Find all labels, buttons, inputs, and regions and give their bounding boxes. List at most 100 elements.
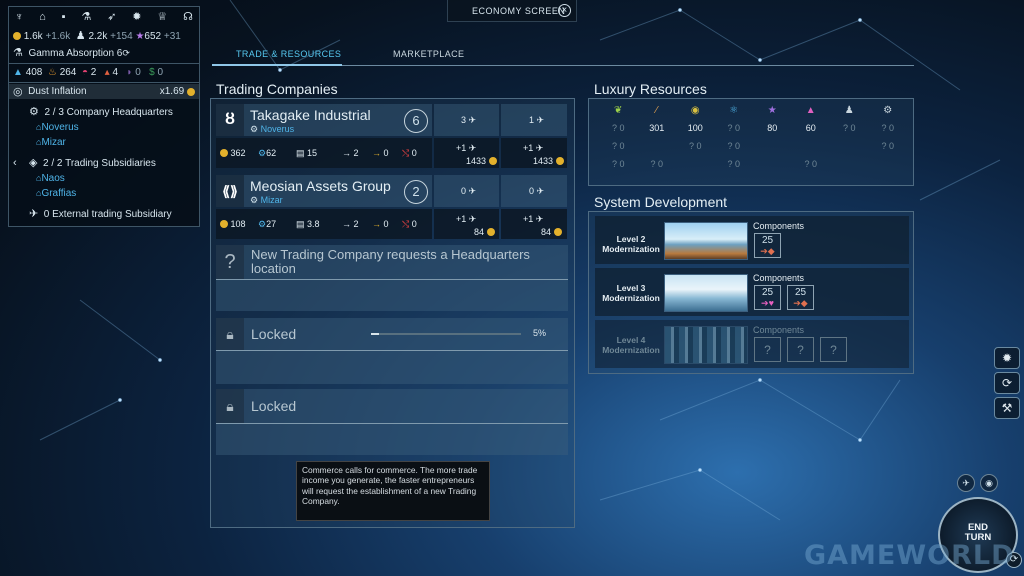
luxury-resources-panel: ❦ ⁄ ◉ ⚛ ★ ▲ ♟ ⚙ ? 0 301 100 ? 0 80 60 ? 0 ? 0 ? 0 ? 0 ? 0?…: [588, 98, 914, 186]
arrow-icon: →: [342, 148, 351, 158]
modernization-level-4[interactable]: Level 4 Modernization Components ? ? ?: [595, 320, 909, 368]
subsidiaries-label: 2 / 2 Trading Subsidiaries: [43, 157, 156, 169]
strategic-2-icon: ♨: [47, 67, 57, 78]
luxury-value: ? 0: [611, 159, 625, 169]
luxury-value: ? 0: [727, 123, 740, 133]
cost-value: 84: [474, 227, 485, 237]
company-cost-2[interactable]: +1 ✈ 1433: [501, 138, 567, 168]
company-upgrade-1[interactable]: 3 ✈: [434, 104, 499, 136]
luxury-value: ? 0: [804, 159, 817, 169]
government-icon[interactable]: ⌂: [39, 11, 46, 23]
company-upgrade-2[interactable]: 1 ✈: [501, 104, 567, 136]
component-slot: ?: [754, 337, 781, 362]
tab-trade-resources[interactable]: TRADE & RESOURCES: [236, 49, 341, 59]
ship-icon: ✈: [29, 208, 39, 220]
watermark-logo: GAMEWORLD: [804, 540, 1015, 571]
subsidiaries-summary: ◈ 2 / 2 Trading Subsidiaries: [29, 157, 199, 169]
sub-system-naos[interactable]: ⌂ Naos: [36, 172, 199, 184]
ship-icon: ✈: [468, 214, 477, 224]
slot-divider: [216, 279, 568, 280]
company-header[interactable]: ȣ Takagake Industrial ⚙ Noverus 6: [216, 104, 432, 136]
company-hq-link[interactable]: ⚙ Noverus: [250, 123, 294, 135]
city-image: [664, 326, 748, 364]
military-icon[interactable]: ➶: [107, 11, 116, 23]
flask-icon: ⚗: [13, 47, 23, 59]
sub-system-name: Graffias: [41, 187, 77, 199]
hq-icon: ⚙: [29, 106, 39, 118]
fleet-status-icon[interactable]: ✈: [957, 474, 975, 492]
company-upgrade-1[interactable]: 0 ✈: [434, 175, 499, 207]
company-cost-1[interactable]: +1 ✈ 84: [434, 209, 499, 239]
cost-value: 1433: [466, 156, 487, 166]
modernization-level-2[interactable]: Level 2 Modernization Components 25 ➔◆: [595, 216, 909, 264]
hq-system-noverus[interactable]: ⌂ Noverus: [36, 121, 199, 133]
science-icon: ⚙: [258, 219, 267, 229]
science-icon[interactable]: ⚗: [81, 11, 91, 23]
current-research[interactable]: ⚗ Gamma Absorption 6 ⟳: [13, 47, 199, 59]
company-route-c: 0: [411, 148, 417, 158]
company-logo-icon: ȣ: [216, 104, 244, 136]
ship-icon: ✈: [468, 186, 477, 196]
locked-label: Locked: [251, 326, 297, 342]
dust-icon: [220, 149, 228, 157]
company-hq-link[interactable]: ⚙ Mizar: [250, 194, 283, 206]
settings-icon[interactable]: ✹: [132, 11, 141, 23]
external-subsidiary: ✈ 0 External trading Subsidiary: [29, 208, 199, 220]
company-cost-2[interactable]: +1 ✈ 84: [501, 209, 567, 239]
build-hammer-icon[interactable]: ⚒: [994, 397, 1020, 419]
lock-icon: 🔒︎: [216, 389, 244, 423]
company-fleet: 15: [307, 148, 318, 158]
empire-icon[interactable]: ♆: [15, 11, 23, 23]
component-slot[interactable]: 25 ➔◆: [787, 285, 814, 310]
strategic-1-value: 408: [25, 67, 43, 78]
upgrade-count: 0: [529, 186, 535, 196]
company-cost-1[interactable]: +1 ✈ 1433: [434, 138, 499, 168]
turn-cycle-icon[interactable]: ⟳: [994, 372, 1020, 394]
component-count: 25: [761, 234, 774, 246]
modernization-level-3[interactable]: Level 3 Modernization Components 25 ➔♥ 25…: [595, 268, 909, 316]
company-upgrade-2[interactable]: 0 ✈: [501, 175, 567, 207]
globe-icon[interactable]: ◉: [980, 474, 998, 492]
component-slot[interactable]: 25 ➔◆: [754, 233, 781, 258]
molecule-icon: ⚛: [729, 105, 739, 116]
components-label: Components: [753, 273, 805, 283]
dust-icon: [13, 32, 21, 40]
dust-inflation-row[interactable]: ◎ Dust Inflation x1.69: [9, 84, 199, 99]
company-route-b: 0: [383, 219, 389, 229]
company-stats-row: 362 ⚙62 ▤ 15 → 2 → 0 ⤭ 0: [216, 138, 432, 168]
hq-summary: ⚙ 2 / 3 Company Headquarters: [29, 106, 199, 118]
research-name: Gamma Absorption 6: [28, 47, 123, 59]
company-route-b: 0: [383, 148, 389, 158]
upgrade-count: 3: [461, 115, 467, 125]
locked-company-slot: 🔒︎ Locked 5%: [216, 318, 568, 384]
company-science: 62: [266, 148, 277, 158]
cost-value: 84: [541, 227, 552, 237]
hq-system-mizar[interactable]: ⌂ Mizar: [36, 136, 199, 148]
star-icon: ★: [767, 105, 777, 116]
red-arrow-icon: ⤭: [402, 219, 410, 229]
screen-title-bar: ECONOMY SCREEN ×: [447, 0, 577, 22]
influence-value: 652: [144, 30, 162, 42]
trophy-icon[interactable]: ♕: [157, 11, 167, 23]
sub-system-graffias[interactable]: ⌂ Graffias: [36, 187, 199, 199]
question-icon: ?: [216, 245, 244, 279]
luxury-value: ? 0: [727, 159, 740, 169]
luxury-value: ? 0: [881, 141, 894, 151]
diplomacy-icon[interactable]: ☊: [183, 11, 193, 23]
inflation-icon: ◎: [13, 85, 23, 98]
hq-icon: ⚙: [250, 195, 259, 205]
dust-icon: [486, 228, 495, 236]
request-text: New Trading Company requests a Headquart…: [251, 247, 530, 276]
city-image: [664, 222, 748, 260]
resources-icon[interactable]: ▪: [62, 11, 66, 23]
component-count: 25: [761, 286, 774, 298]
chevron-left-icon: ‹: [13, 157, 17, 169]
system-upgrade-icon[interactable]: ✹: [994, 347, 1020, 369]
hq-system-name: Noverus: [41, 121, 79, 133]
strategic-5-value: 0: [135, 67, 141, 78]
component-slot[interactable]: 25 ➔♥: [754, 285, 781, 310]
company-header[interactable]: ⟪⟫ Meosian Assets Group ⚙ Mizar 2: [216, 175, 432, 207]
new-company-request-slot[interactable]: ? New Trading Company requests a Headqua…: [216, 245, 568, 311]
close-icon[interactable]: ×: [558, 4, 571, 17]
tab-marketplace[interactable]: MARKETPLACE: [393, 49, 464, 59]
